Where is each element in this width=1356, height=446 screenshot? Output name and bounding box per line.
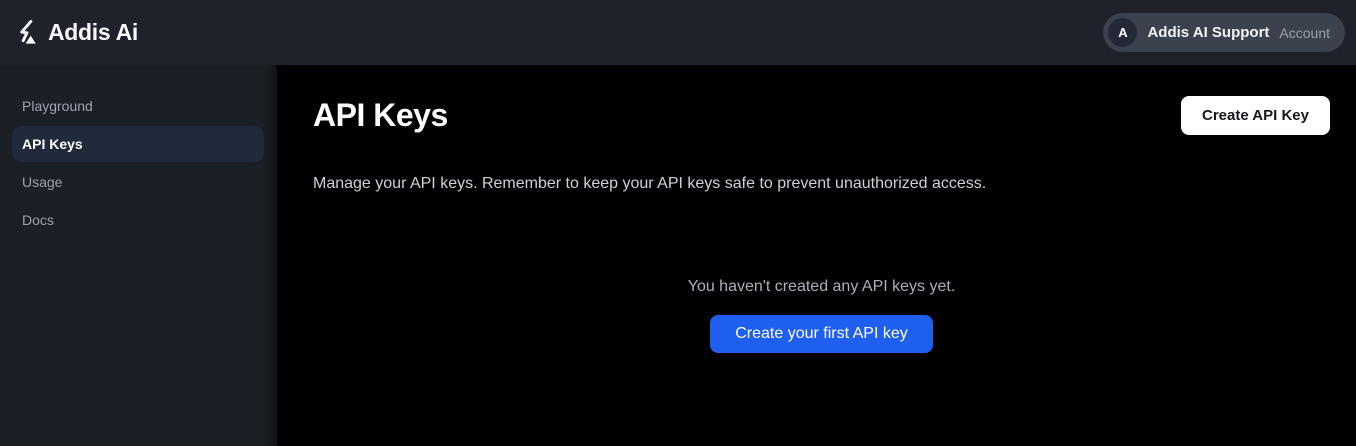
empty-state-message: You haven't created any API keys yet. bbox=[687, 278, 956, 295]
create-api-key-button[interactable]: Create API Key bbox=[1181, 96, 1330, 135]
page-title: API Keys bbox=[313, 97, 448, 133]
sidebar-item-docs[interactable]: Docs bbox=[12, 202, 264, 238]
sidebar-item-playground[interactable]: Playground bbox=[12, 88, 264, 124]
account-role-label: Account bbox=[1279, 24, 1330, 41]
account-name: Addis AI Support bbox=[1147, 24, 1270, 41]
brand-name: Addis Ai bbox=[48, 19, 139, 45]
empty-state: You haven't created any API keys yet. Cr… bbox=[313, 278, 1330, 353]
top-header: Addis Ai A Addis AI Support Account bbox=[0, 0, 1356, 65]
avatar: A bbox=[1108, 18, 1138, 47]
bolt-triangle-logo-icon bbox=[14, 19, 41, 46]
brand[interactable]: Addis Ai bbox=[14, 19, 138, 46]
sidebar: Playground API Keys Usage Docs bbox=[0, 65, 277, 446]
account-menu-button[interactable]: A Addis AI Support Account bbox=[1103, 13, 1345, 52]
sidebar-item-usage[interactable]: Usage bbox=[12, 164, 264, 200]
main-content: API Keys Create API Key Manage your API … bbox=[277, 65, 1356, 446]
create-first-api-key-button[interactable]: Create your first API key bbox=[710, 315, 933, 353]
app-window: Addis Ai A Addis AI Support Account Play… bbox=[0, 0, 1356, 446]
sidebar-item-api-keys[interactable]: API Keys bbox=[12, 126, 264, 162]
page-description: Manage your API keys. Remember to keep y… bbox=[313, 175, 987, 192]
